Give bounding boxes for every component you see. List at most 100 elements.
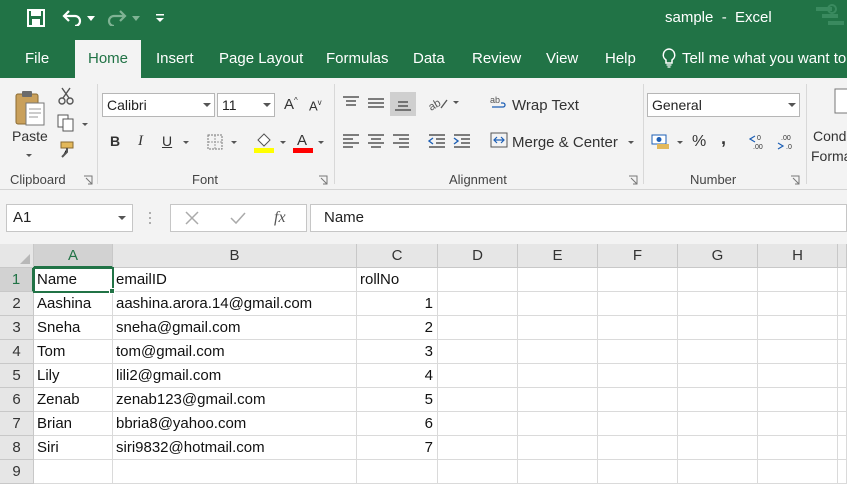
cell-b3[interactable]: sneha@gmail.com (113, 316, 357, 340)
cell-d1[interactable] (438, 268, 518, 292)
cell-b9[interactable] (113, 460, 357, 484)
redo-icon[interactable] (105, 6, 129, 30)
tab-formulas[interactable]: Formulas (326, 38, 389, 78)
cell-h1[interactable] (758, 268, 838, 292)
row-header-7[interactable]: 7 (0, 412, 34, 436)
cell-partial[interactable] (838, 316, 847, 340)
decrease-font-icon[interactable]: Av (309, 98, 322, 113)
wrap-text-button[interactable]: Wrap Text (512, 97, 579, 114)
accounting-dropdown-icon[interactable] (677, 141, 683, 144)
cell-g5[interactable] (678, 364, 758, 388)
cell-e6[interactable] (518, 388, 598, 412)
cell-partial[interactable] (838, 436, 847, 460)
comma-style-button[interactable]: , (721, 128, 726, 149)
cell-g9[interactable] (678, 460, 758, 484)
formula-bar-grip-icon[interactable] (146, 210, 154, 226)
undo-dropdown-icon[interactable] (86, 6, 96, 30)
cell-c9[interactable] (357, 460, 438, 484)
name-box[interactable]: A1 (6, 204, 133, 232)
italic-button[interactable]: I (138, 133, 143, 150)
cell-f5[interactable] (598, 364, 678, 388)
cell-d6[interactable] (438, 388, 518, 412)
cell-c4[interactable]: 3 (357, 340, 438, 364)
align-center-icon[interactable] (365, 130, 387, 152)
column-header-c[interactable]: C (357, 244, 438, 268)
cell-c6[interactable]: 5 (357, 388, 438, 412)
cell-b4[interactable]: tom@gmail.com (113, 340, 357, 364)
clipboard-launcher-icon[interactable] (83, 175, 93, 185)
conditional-formatting-line2[interactable]: Forma (811, 148, 847, 164)
column-header-a[interactable]: A (34, 244, 113, 268)
paste-dropdown-icon[interactable] (26, 154, 32, 157)
cell-h2[interactable] (758, 292, 838, 316)
underline-dropdown-icon[interactable] (183, 141, 189, 144)
font-name-select[interactable]: Calibri (102, 93, 215, 117)
cell-b6[interactable]: zenab123@gmail.com (113, 388, 357, 412)
fill-handle[interactable] (109, 288, 115, 294)
merge-center-icon[interactable] (489, 130, 509, 150)
cell-d5[interactable] (438, 364, 518, 388)
cell-g3[interactable] (678, 316, 758, 340)
wrap-text-icon[interactable]: ab (489, 93, 509, 113)
percent-style-button[interactable]: % (692, 133, 706, 151)
cell-e9[interactable] (518, 460, 598, 484)
column-header-d[interactable]: D (438, 244, 518, 268)
cell-f6[interactable] (598, 388, 678, 412)
tab-review[interactable]: Review (472, 38, 521, 78)
column-header-g[interactable]: G (678, 244, 758, 268)
cell-d2[interactable] (438, 292, 518, 316)
bottom-align-icon[interactable] (390, 92, 416, 116)
cell-g7[interactable] (678, 412, 758, 436)
paste-button[interactable]: Paste (12, 128, 48, 144)
cell-d7[interactable] (438, 412, 518, 436)
conditional-formatting-line1[interactable]: Cond (813, 128, 846, 144)
row-header-3[interactable]: 3 (0, 316, 34, 340)
row-header-4[interactable]: 4 (0, 340, 34, 364)
cell-c1[interactable]: rollNo (357, 268, 438, 292)
borders-dropdown-icon[interactable] (231, 141, 237, 144)
cell-g2[interactable] (678, 292, 758, 316)
insert-function-button[interactable]: fx (274, 209, 286, 227)
cell-f9[interactable] (598, 460, 678, 484)
font-size-select[interactable]: 11 (217, 93, 275, 117)
tab-data[interactable]: Data (413, 38, 445, 78)
cell-partial[interactable] (838, 268, 847, 292)
borders-icon[interactable] (205, 132, 225, 152)
font-launcher-icon[interactable] (318, 175, 328, 185)
orientation-dropdown-icon[interactable] (453, 101, 459, 104)
column-header-f[interactable]: F (598, 244, 678, 268)
font-color-dropdown-icon[interactable] (318, 141, 324, 144)
cell-partial[interactable] (838, 412, 847, 436)
cell-partial[interactable] (838, 388, 847, 412)
cell-e2[interactable] (518, 292, 598, 316)
cell-c5[interactable]: 4 (357, 364, 438, 388)
decrease-indent-icon[interactable] (426, 130, 448, 152)
column-header-h[interactable]: H (758, 244, 838, 268)
cell-b2[interactable]: aashina.arora.14@gmail.com (113, 292, 357, 316)
bold-button[interactable]: B (110, 133, 120, 149)
cell-f3[interactable] (598, 316, 678, 340)
select-all-corner[interactable] (0, 244, 34, 268)
font-color-icon[interactable]: A (292, 130, 314, 154)
tab-view[interactable]: View (546, 38, 578, 78)
tell-me-search[interactable]: Tell me what you want to (662, 38, 846, 78)
row-header-9[interactable]: 9 (0, 460, 34, 484)
row-header-8[interactable]: 8 (0, 436, 34, 460)
fill-color-dropdown-icon[interactable] (280, 141, 286, 144)
middle-align-icon[interactable] (365, 92, 387, 114)
column-header-e[interactable]: E (518, 244, 598, 268)
cell-c8[interactable]: 7 (357, 436, 438, 460)
cell-a4[interactable]: Tom (34, 340, 113, 364)
cell-b5[interactable]: lili2@gmail.com (113, 364, 357, 388)
copy-icon[interactable] (56, 113, 76, 133)
cell-f1[interactable] (598, 268, 678, 292)
cell-d4[interactable] (438, 340, 518, 364)
cell-b7[interactable]: bbria8@yahoo.com (113, 412, 357, 436)
cell-e4[interactable] (518, 340, 598, 364)
cell-h9[interactable] (758, 460, 838, 484)
align-right-icon[interactable] (390, 130, 412, 152)
confirm-entry-icon[interactable] (228, 208, 248, 228)
redo-dropdown-icon[interactable] (131, 6, 141, 30)
cell-partial[interactable] (838, 460, 847, 484)
column-header-partial[interactable] (838, 244, 847, 268)
